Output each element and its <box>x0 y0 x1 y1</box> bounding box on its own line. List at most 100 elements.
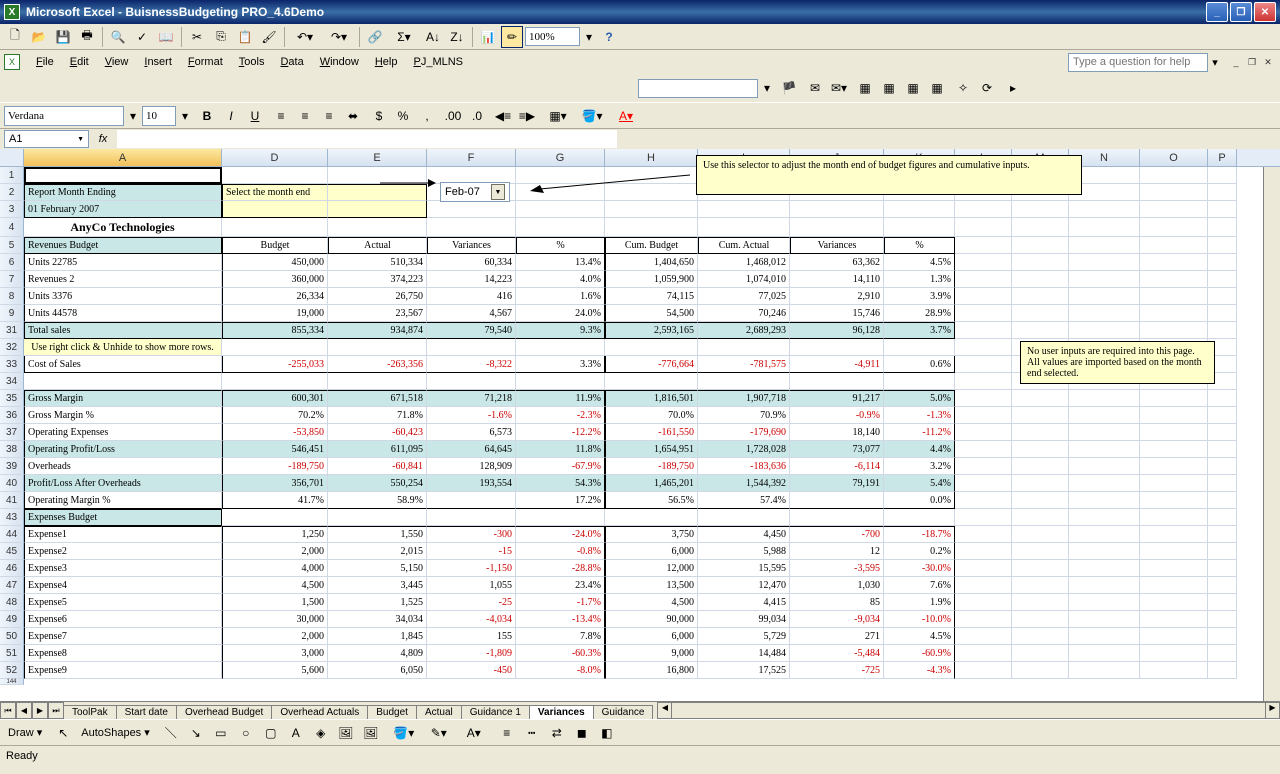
row-header[interactable]: 3 <box>0 201 24 218</box>
paste-icon[interactable]: 📋 <box>234 26 256 48</box>
comma-icon[interactable]: , <box>416 105 438 127</box>
cos-label[interactable]: Cost of Sales <box>24 356 222 373</box>
cell[interactable] <box>1069 458 1140 475</box>
cell[interactable] <box>1012 218 1069 237</box>
row-header[interactable]: 48 <box>0 594 24 611</box>
data-cell[interactable]: 4,809 <box>328 645 427 662</box>
cell[interactable] <box>1012 407 1069 424</box>
data-cell[interactable]: 6,050 <box>328 662 427 679</box>
cell[interactable] <box>1069 526 1140 543</box>
data-cell[interactable]: 5,150 <box>328 560 427 577</box>
cell[interactable] <box>955 339 1012 356</box>
cell[interactable] <box>1208 201 1237 218</box>
data-cell[interactable]: 56.5% <box>605 492 698 509</box>
data-cell[interactable]: 12,000 <box>605 560 698 577</box>
data-cell[interactable]: 1,845 <box>328 628 427 645</box>
print-preview-icon[interactable]: 🔍 <box>107 26 129 48</box>
data-cell[interactable]: 1,250 <box>222 526 328 543</box>
cell[interactable] <box>1012 577 1069 594</box>
row-header[interactable]: 45 <box>0 543 24 560</box>
data-cell[interactable]: 17,525 <box>698 662 790 679</box>
data-cell[interactable]: -776,664 <box>605 356 698 373</box>
data-cell[interactable]: -263,356 <box>328 356 427 373</box>
cell[interactable] <box>1012 594 1069 611</box>
cell[interactable] <box>605 167 698 184</box>
data-cell[interactable]: 1.3% <box>884 271 955 288</box>
data-cell[interactable]: 360,000 <box>222 271 328 288</box>
data-cell[interactable] <box>427 492 516 509</box>
doc-close-icon[interactable]: ✕ <box>1260 55 1276 69</box>
cell[interactable] <box>698 201 790 218</box>
cell[interactable] <box>427 509 516 526</box>
company-name[interactable]: AnyCo Technologies <box>24 218 222 237</box>
cell[interactable] <box>884 509 955 526</box>
data-cell[interactable]: -2.3% <box>516 407 605 424</box>
data-cell[interactable]: 450,000 <box>222 254 328 271</box>
cell[interactable] <box>1140 594 1208 611</box>
arrow-icon[interactable]: ↘ <box>185 722 207 744</box>
table-header[interactable]: Cum. Actual <box>698 237 790 254</box>
fontsize-dropdown-icon[interactable]: ▾ <box>178 105 192 127</box>
tab-prev-icon[interactable]: ◀ <box>16 702 32 719</box>
cell[interactable] <box>1208 288 1237 305</box>
cell[interactable] <box>790 339 884 356</box>
menu-help[interactable]: Help <box>367 54 406 70</box>
cell[interactable] <box>955 441 1012 458</box>
cell[interactable] <box>1208 407 1237 424</box>
cell[interactable] <box>790 509 884 526</box>
menu-file[interactable]: File <box>28 54 62 70</box>
col-header-E[interactable]: E <box>328 149 427 166</box>
cell[interactable] <box>1012 424 1069 441</box>
active-cell[interactable] <box>24 167 222 184</box>
data-cell[interactable]: -1.3% <box>884 407 955 424</box>
data-cell[interactable]: -10.0% <box>884 611 955 628</box>
row-label[interactable]: Operating Profit/Loss <box>24 441 222 458</box>
cell[interactable] <box>516 509 605 526</box>
data-cell[interactable] <box>790 492 884 509</box>
data-cell[interactable]: -1.6% <box>427 407 516 424</box>
line-color-icon[interactable]: ✎▾ <box>423 722 455 744</box>
cell[interactable] <box>516 373 605 390</box>
cell[interactable] <box>222 339 328 356</box>
menu-window[interactable]: Window <box>312 54 367 70</box>
row-label[interactable]: Expense2 <box>24 543 222 560</box>
align-left-icon[interactable]: ≡ <box>270 105 292 127</box>
row-label[interactable]: Expense7 <box>24 628 222 645</box>
cell[interactable] <box>605 218 698 237</box>
data-cell[interactable]: 4.0% <box>516 271 605 288</box>
cell[interactable] <box>1069 594 1140 611</box>
redo-icon[interactable]: ↷▾ <box>323 26 355 48</box>
cell[interactable] <box>1069 201 1140 218</box>
cell[interactable] <box>955 201 1012 218</box>
menu-view[interactable]: View <box>97 54 137 70</box>
data-cell[interactable]: 3,000 <box>222 645 328 662</box>
data-cell[interactable]: -0.9% <box>790 407 884 424</box>
row-header[interactable]: 34 <box>0 373 24 390</box>
tab-first-icon[interactable]: ⏮ <box>0 702 16 719</box>
row-header[interactable]: 52 <box>0 662 24 679</box>
data-cell[interactable]: -28.8% <box>516 560 605 577</box>
cell[interactable] <box>1140 271 1208 288</box>
data-cell[interactable]: 91,217 <box>790 390 884 407</box>
data-cell[interactable]: 1,465,201 <box>605 475 698 492</box>
cell[interactable] <box>1140 237 1208 254</box>
data-cell[interactable]: 14,110 <box>790 271 884 288</box>
data-cell[interactable]: -700 <box>790 526 884 543</box>
cell[interactable] <box>1208 458 1237 475</box>
picture-icon[interactable]: 🖼 <box>360 722 382 744</box>
data-cell[interactable]: 4,500 <box>605 594 698 611</box>
row-header[interactable]: 2 <box>0 184 24 201</box>
zoom-input[interactable] <box>525 27 580 46</box>
data-cell[interactable]: -5,484 <box>790 645 884 662</box>
cell[interactable] <box>1012 628 1069 645</box>
cell[interactable] <box>1069 645 1140 662</box>
data-cell[interactable]: -12.2% <box>516 424 605 441</box>
data-cell[interactable]: 4,567 <box>427 305 516 322</box>
data-cell[interactable]: 5.0% <box>884 390 955 407</box>
col-header-P[interactable]: P <box>1208 149 1237 166</box>
menu-insert[interactable]: Insert <box>136 54 180 70</box>
data-cell[interactable]: 4,415 <box>698 594 790 611</box>
select-objects-icon[interactable]: ↖ <box>52 722 74 744</box>
cell[interactable] <box>955 322 1012 339</box>
cell[interactable] <box>1208 441 1237 458</box>
